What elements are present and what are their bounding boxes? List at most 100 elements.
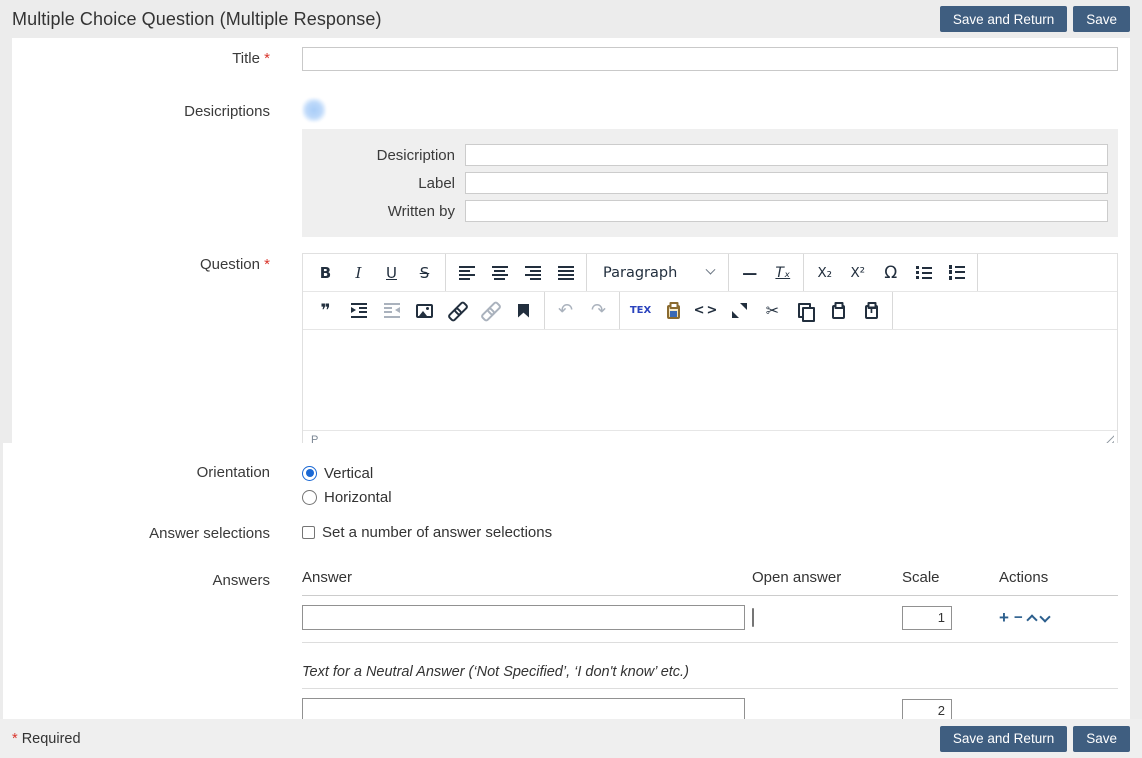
blockquote-button[interactable]: ❞ [309,296,342,326]
horizontal-rule-button[interactable]: — [733,258,766,288]
move-answer-down-icon[interactable] [1041,614,1049,622]
editor-resize-handle[interactable] [1103,435,1114,443]
toolbar-group: X₂X²Ω [804,254,978,291]
horizontal-radio[interactable] [302,490,317,505]
vertical-radio-label: Vertical [324,465,373,482]
question-editor-content[interactable] [303,330,1117,430]
descriptions-label: Desicriptions [12,100,270,120]
save-and-return-button-top[interactable]: Save and Return [940,6,1067,32]
scale-column-header: Scale [902,569,999,586]
orientation-option-horizontal: Horizontal [302,485,1118,509]
strikethrough-button[interactable]: S [408,258,441,288]
special-character-button[interactable]: Ω [874,258,907,288]
paste-from-word-button[interactable] [657,296,690,326]
answers-row: Answers Answer Open answer Scale Actions… [3,569,1118,719]
written-by-input[interactable] [465,200,1108,222]
toolbar-group: TEX <> ✂ [620,292,893,329]
descriptions-toggle-icon[interactable] [302,98,326,122]
orientation-option-vertical: Vertical [302,461,1118,485]
superscript-button[interactable]: X² [841,258,874,288]
header-bar: Multiple Choice Question (Multiple Respo… [0,0,1142,38]
fullscreen-button[interactable] [723,296,756,326]
save-button-top[interactable]: Save [1073,6,1130,32]
question-row: Question * BIUSParagraph—TₓX₂X²Ω ❞↶↷TEX<… [12,253,1118,443]
editor-toolbar-row2: ❞ ↶↷ TEX <> ✂ [303,292,1117,330]
outdent-button[interactable] [375,296,408,326]
paste-as-text-icon [865,305,878,319]
answers-label: Answers [3,569,270,589]
chevron-down-icon [706,265,716,275]
paragraph-format-dropdown[interactable]: Paragraph [591,258,724,288]
align-right-icon [525,265,541,280]
answer-selections-row: Answer selections Set a number of answer… [3,522,1118,542]
title-required-mark: * [264,50,270,67]
bold-button[interactable]: B [309,258,342,288]
indent-button[interactable] [342,296,375,326]
align-justify-button[interactable] [549,258,582,288]
unlink-button[interactable] [474,296,507,326]
subscript-button[interactable]: X₂ [808,258,841,288]
insert-image-button[interactable] [408,296,441,326]
editor-element-path: P [311,434,318,443]
align-center-icon [492,265,508,280]
clear-formatting-button[interactable]: Tₓ [766,258,799,288]
toolbar-group: —Tₓ [729,254,804,291]
required-note-mark: * [12,731,18,747]
tex-button[interactable]: TEX [624,296,657,326]
vertical-radio[interactable] [302,466,317,481]
answer-column-header: Answer [302,569,752,586]
paste-icon [832,305,845,319]
question-label-text: Question [200,256,260,273]
description-input[interactable] [465,144,1108,166]
answer-1-input[interactable] [302,605,745,630]
source-code-button[interactable]: <> [690,296,723,326]
anchor-button[interactable] [507,296,540,326]
paste-button[interactable] [822,296,855,326]
title-input[interactable] [302,47,1118,71]
neutral-answer-input[interactable] [302,698,745,719]
rich-text-editor: BIUSParagraph—TₓX₂X²Ω ❞↶↷TEX<>✂ P [302,253,1118,443]
editor-status-bar: P [303,430,1117,443]
align-center-button[interactable] [483,258,516,288]
unlink-icon [482,303,499,319]
descriptions-panel: Desicription Label Written by [302,129,1118,237]
title-label-text: Title [232,50,260,67]
add-answer-icon[interactable]: + [999,609,1009,626]
answers-table-header: Answer Open answer Scale Actions [302,569,1118,596]
paste-as-text-button[interactable] [855,296,888,326]
question-required-mark: * [264,256,270,273]
cut-button[interactable]: ✂ [756,296,789,326]
italic-button[interactable]: I [342,258,375,288]
actions-column-header: Actions [999,569,1118,586]
underline-button[interactable]: U [375,258,408,288]
question-label: Question * [12,253,270,273]
remove-answer-icon[interactable]: − [1014,610,1023,625]
save-button-bottom[interactable]: Save [1073,726,1130,752]
page: Multiple Choice Question (Multiple Respo… [0,0,1142,758]
move-answer-up-icon[interactable] [1028,614,1036,622]
answer-1-open-answer-checkbox[interactable] [752,608,754,627]
horizontal-radio-label: Horizontal [324,489,392,506]
answer-1-scale-input[interactable] [902,606,952,630]
insert-image-icon [416,304,433,318]
undo-button[interactable]: ↶ [549,296,582,326]
editor-toolbar-row1: BIUSParagraph—TₓX₂X²Ω [303,254,1117,292]
bullet-list-button[interactable] [907,258,940,288]
open-answer-column-header: Open answer [752,569,902,586]
answer-selections-label: Answer selections [3,522,270,542]
align-left-button[interactable] [450,258,483,288]
copy-icon [798,303,813,319]
save-and-return-button-bottom[interactable]: Save and Return [940,726,1067,752]
redo-button[interactable]: ↷ [582,296,615,326]
orientation-label: Orientation [3,461,270,481]
neutral-answer-scale-input[interactable] [902,699,952,720]
label-input[interactable] [465,172,1108,194]
align-right-button[interactable] [516,258,549,288]
insert-link-button[interactable] [441,296,474,326]
copy-button[interactable] [789,296,822,326]
required-note-text: Required [22,731,81,747]
toolbar-group: ❞ [305,292,545,329]
answer-selections-checkbox[interactable] [302,526,315,539]
required-note: * Required [12,731,81,747]
numbered-list-button[interactable] [940,258,973,288]
